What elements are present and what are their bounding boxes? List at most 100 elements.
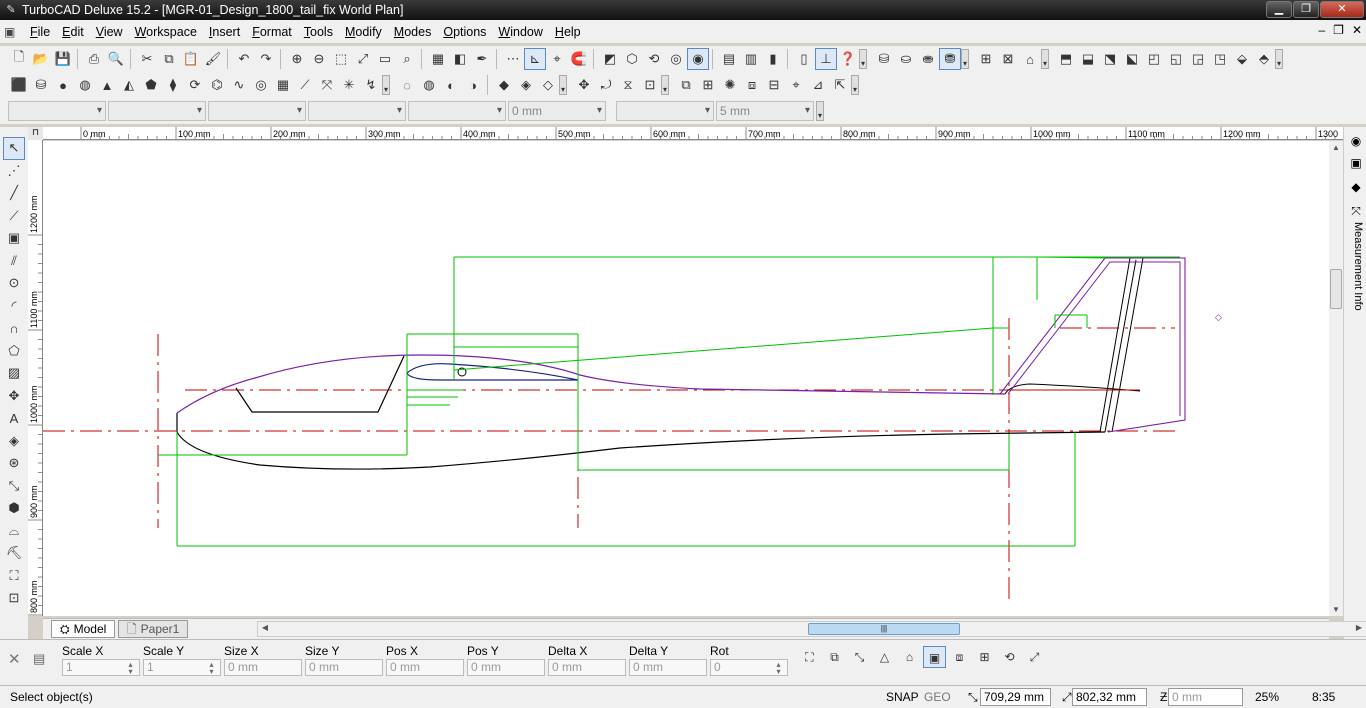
arc-icon[interactable]: ◜ bbox=[3, 295, 25, 318]
delta-y-input[interactable]: 0 mm bbox=[629, 659, 707, 676]
view-left-icon[interactable]: ⬕ bbox=[1121, 48, 1143, 70]
rotate-handle-icon[interactable]: ⟲ bbox=[998, 646, 1021, 668]
save-icon[interactable]: 💾 bbox=[52, 48, 74, 70]
workplane-icon[interactable]: ◩ bbox=[599, 48, 621, 70]
open-folder-icon[interactable]: 📂 bbox=[30, 48, 52, 70]
size-x-input[interactable]: 0 mm bbox=[224, 659, 302, 676]
render-icon[interactable]: ◉ bbox=[687, 48, 709, 70]
add-icon[interactable]: ◌ bbox=[396, 74, 418, 96]
menu-edit[interactable]: Edit bbox=[56, 25, 90, 39]
library-tab-icon[interactable]: ◆ bbox=[1347, 177, 1365, 197]
fill-pattern-icon[interactable]: ◇ bbox=[537, 74, 559, 96]
view-iso-se-icon[interactable]: ◲ bbox=[1187, 48, 1209, 70]
blocks-tab-icon[interactable]: ▣ bbox=[1347, 153, 1365, 173]
cut-icon[interactable]: ✂ bbox=[136, 48, 158, 70]
select-vertices-icon[interactable]: ⤡ bbox=[848, 646, 871, 668]
menu-help[interactable]: Help bbox=[549, 25, 587, 39]
explode-icon[interactable]: ✳ bbox=[338, 74, 360, 96]
cone-mode-icon[interactable]: ⌂ bbox=[898, 646, 921, 668]
tab-model[interactable]: ⛭ Model bbox=[51, 620, 116, 638]
view-iso-sw-icon[interactable]: ◳ bbox=[1209, 48, 1231, 70]
section-icon[interactable]: ⤧ bbox=[316, 74, 338, 96]
viewport-icon[interactable]: ⊡ bbox=[3, 587, 25, 610]
zoom-out-icon[interactable]: ⊖ bbox=[308, 48, 330, 70]
move-icon[interactable]: ✥ bbox=[573, 74, 595, 96]
slice-icon[interactable]: ⟋ bbox=[294, 74, 316, 96]
pen-style-combo[interactable] bbox=[208, 101, 306, 121]
frame-select-icon[interactable]: ▣ bbox=[923, 646, 946, 668]
box-icon[interactable]: ⬛ bbox=[8, 74, 30, 96]
drawing-svg[interactable]: ◇ bbox=[43, 141, 1329, 616]
help-pointer-icon[interactable]: ❓ bbox=[837, 48, 859, 70]
mesh-icon[interactable]: ▦ bbox=[272, 74, 294, 96]
close-button[interactable]: ✕ bbox=[1320, 1, 1364, 18]
radial-array-icon[interactable]: ✺ bbox=[719, 74, 741, 96]
copy-icon[interactable]: ⧉ bbox=[158, 48, 180, 70]
toolbar-dropdown[interactable]: ▾ bbox=[1275, 49, 1283, 69]
size-y-input[interactable]: 0 mm bbox=[305, 659, 383, 676]
render-shaded-icon[interactable]: ⛂ bbox=[917, 48, 939, 70]
hatch-icon[interactable]: ▨ bbox=[3, 362, 25, 385]
menu-file[interactable]: File bbox=[24, 25, 56, 39]
scroll-down-icon[interactable]: ▼ bbox=[1329, 605, 1343, 614]
doc-close-button[interactable]: ✕ bbox=[1352, 23, 1362, 37]
fill-icon[interactable]: ◆ bbox=[493, 74, 515, 96]
doc-minimize-button[interactable]: – bbox=[1318, 23, 1325, 37]
design-director-icon[interactable]: ▤ bbox=[718, 48, 740, 70]
app-icon[interactable]: ✎ bbox=[4, 3, 18, 17]
toolbar-dropdown[interactable]: ▾ bbox=[816, 101, 824, 121]
toolbar-dropdown[interactable]: ▾ bbox=[851, 75, 859, 95]
cube-view-icon[interactable]: ⬡ bbox=[621, 48, 643, 70]
undo-icon[interactable]: ↶ bbox=[233, 48, 255, 70]
triangle-mode-icon[interactable]: △ bbox=[873, 646, 896, 668]
view-top-icon[interactable]: ⬒ bbox=[1055, 48, 1077, 70]
toolbar-dropdown[interactable]: ▾ bbox=[661, 75, 669, 95]
print-icon[interactable]: ⎙ bbox=[83, 48, 105, 70]
zoom-in-icon[interactable]: ⊕ bbox=[286, 48, 308, 70]
new-file-icon[interactable]: 🗋 bbox=[8, 48, 30, 70]
doc-restore-button[interactable]: ❐ bbox=[1333, 23, 1344, 37]
crop-select-icon[interactable]: ⧈ bbox=[948, 646, 971, 668]
move-tool-icon[interactable]: ✥ bbox=[3, 385, 25, 408]
select-edges-icon[interactable]: ⛶ bbox=[798, 646, 821, 668]
toolbar-dropdown[interactable]: ▾ bbox=[859, 49, 867, 69]
wheel-icon[interactable]: ⊛ bbox=[3, 452, 25, 475]
subtract-icon[interactable]: ◍ bbox=[418, 74, 440, 96]
intersect-icon[interactable]: ◐ bbox=[440, 74, 462, 96]
handle-select-icon[interactable]: ⊞ bbox=[973, 646, 996, 668]
horizontal-scroll-thumb[interactable]: ||| bbox=[808, 623, 960, 635]
fill-mode-icon[interactable]: ◈ bbox=[515, 74, 537, 96]
blocks-icon[interactable]: ▥ bbox=[740, 48, 762, 70]
pos-y-input[interactable]: 0 mm bbox=[467, 659, 545, 676]
vertical-scrollbar[interactable]: ▲ ▼ bbox=[1329, 141, 1343, 616]
toolbar-dropdown[interactable]: ▾ bbox=[961, 49, 969, 69]
sphere-icon[interactable]: ● bbox=[52, 74, 74, 96]
text-height-combo[interactable]: 5 mm bbox=[716, 101, 814, 121]
menu-view[interactable]: View bbox=[90, 25, 129, 39]
minimize-button[interactable]: ▁ bbox=[1266, 1, 1292, 18]
select-faces-icon[interactable]: ⧉ bbox=[823, 646, 846, 668]
scroll-up-icon[interactable]: ▲ bbox=[1329, 143, 1343, 152]
mirror-icon[interactable]: ⧖ bbox=[617, 74, 639, 96]
toolbar-dropdown[interactable]: ▾ bbox=[382, 75, 390, 95]
toolbar-dropdown[interactable]: ▾ bbox=[559, 75, 567, 95]
sweep-icon[interactable]: ∿ bbox=[228, 74, 250, 96]
ortho-icon[interactable]: ⊾ bbox=[524, 48, 546, 70]
snap-indicator[interactable]: SNAP bbox=[886, 690, 919, 704]
view-bottom-icon[interactable]: ◱ bbox=[1165, 48, 1187, 70]
menu-workspace[interactable]: Workspace bbox=[129, 25, 203, 39]
brush-combo[interactable] bbox=[408, 101, 506, 121]
scroll-left-icon[interactable]: ◀ bbox=[258, 623, 272, 632]
point-icon[interactable]: ⋰ bbox=[3, 160, 25, 183]
horizontal-scrollbar[interactable]: ◀ ||| ▶ bbox=[257, 621, 1366, 637]
render-wire-icon[interactable]: ⛁ bbox=[873, 48, 895, 70]
zoom-window-icon[interactable]: ⬚ bbox=[330, 48, 352, 70]
select-arrow-icon[interactable]: ↖ bbox=[3, 137, 25, 160]
view-back-icon[interactable]: ◰ bbox=[1143, 48, 1165, 70]
document-icon[interactable]: ▣ bbox=[4, 25, 20, 39]
zoom-page-icon[interactable]: ▭ bbox=[374, 48, 396, 70]
shell-icon[interactable]: ↯ bbox=[360, 74, 382, 96]
measure-icon[interactable]: ⛏ bbox=[3, 542, 25, 565]
pipe-icon[interactable]: ◎ bbox=[250, 74, 272, 96]
magnet-icon[interactable]: 🧲 bbox=[568, 48, 590, 70]
